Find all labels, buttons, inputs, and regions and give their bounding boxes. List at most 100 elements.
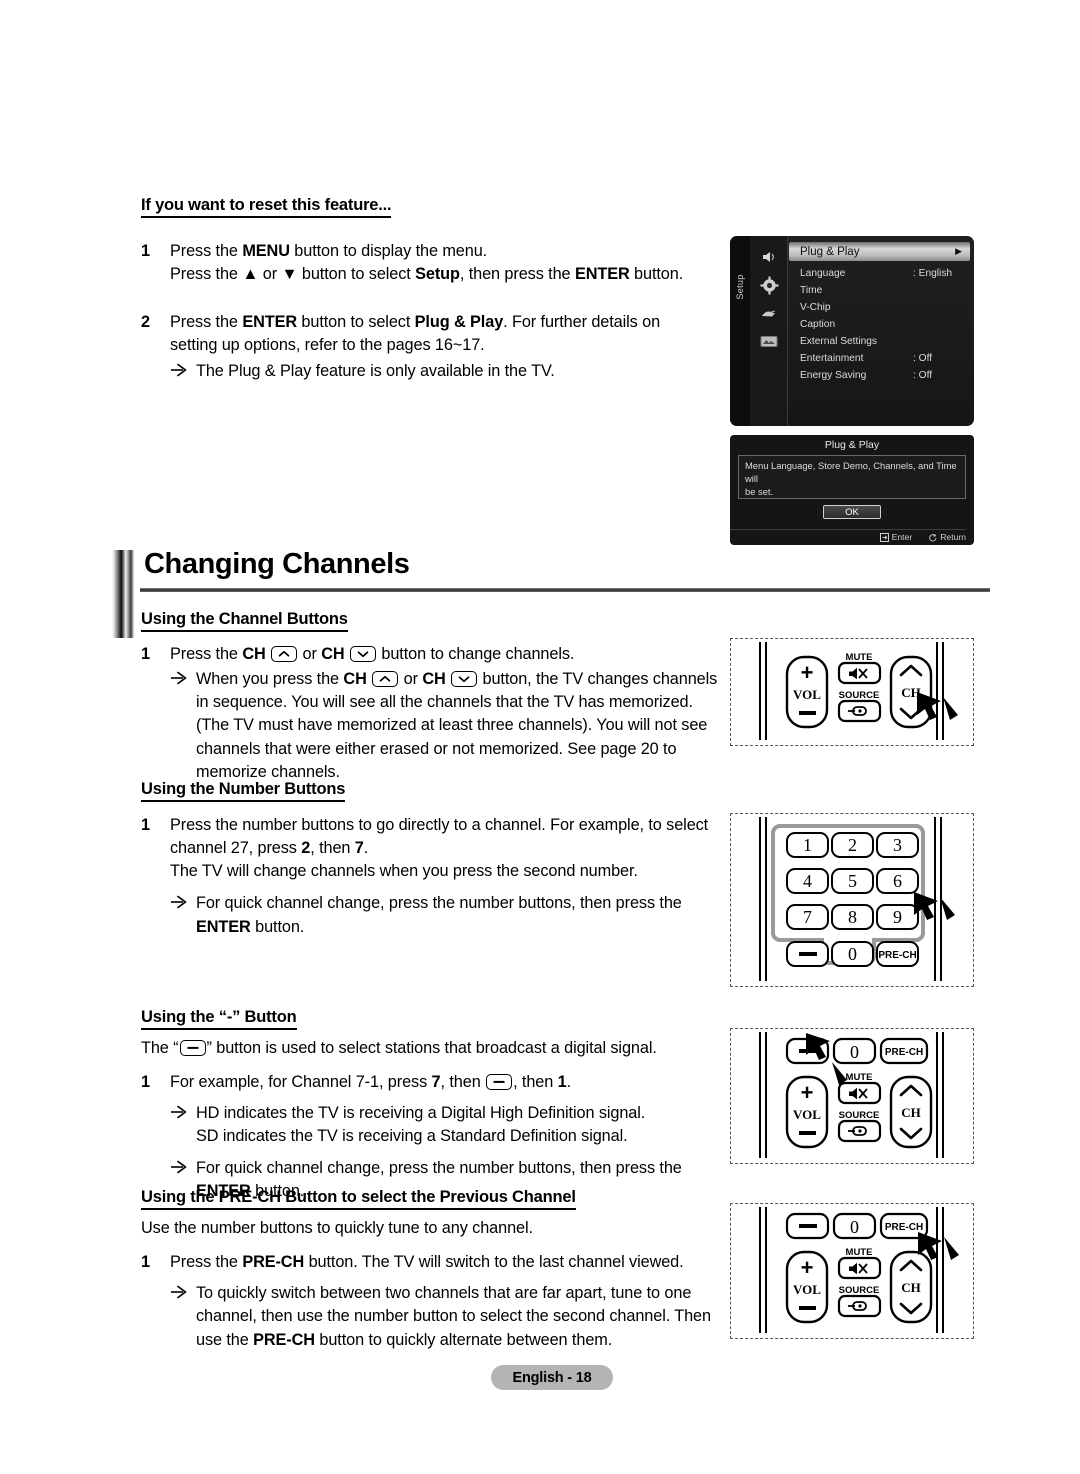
- step-number: 1: [141, 644, 150, 663]
- t: , then: [513, 1073, 558, 1092]
- t: button to select: [297, 313, 415, 332]
- chevron-down-key-icon: [349, 645, 376, 662]
- note-wrap: When you press the CH or CH button, the …: [170, 667, 721, 784]
- arrow-bullet-icon: [170, 1102, 196, 1148]
- manual-page: If you want to reset this feature... 1 P…: [0, 0, 1080, 1474]
- reset-feature-section: If you want to reset this feature... 1 P…: [141, 196, 711, 383]
- osd-menu-item-entertainment[interactable]: Entertainment: Off: [789, 350, 970, 367]
- t: Press the: [170, 1253, 243, 1272]
- t: or: [298, 644, 322, 663]
- t: button to select: [297, 265, 416, 284]
- svg-text:8: 8: [848, 907, 857, 927]
- step-text: For example, for Channel 7-1, press 7, t…: [170, 1071, 723, 1203]
- t: Press the number buttons to go directly …: [170, 815, 709, 858]
- channel-buttons-section: Using the Channel Buttons 1 Press the CH…: [141, 610, 721, 784]
- setup-gear-icon: [756, 274, 782, 296]
- t: button to display the menu.: [289, 241, 488, 260]
- dialog-message-line-2: will: [745, 472, 759, 484]
- number-note: For quick channel change, press the numb…: [170, 892, 721, 938]
- plug-and-play-dialog: Plug & Play Menu Language, Store Demo, C…: [730, 435, 974, 545]
- prech-intro: Use the number buttons to quickly tune t…: [141, 1218, 533, 1237]
- step-text: Press the CH or CH button to change chan…: [170, 643, 721, 666]
- svg-text:+: +: [801, 660, 814, 685]
- page-footer-badge: English - 18: [491, 1365, 613, 1390]
- t: ” button is used to select stations that…: [206, 1038, 657, 1057]
- osd-icon-column: [750, 236, 788, 426]
- dialog-title: Plug & Play: [824, 439, 880, 451]
- page-title: Changing Channels: [144, 548, 410, 580]
- up-arrow-icon: ▲: [242, 265, 259, 284]
- number-buttons-heading: Using the Number Buttons: [141, 780, 345, 802]
- t: The TV will change channels when you pre…: [170, 862, 638, 881]
- channel-buttons-heading: Using the Channel Buttons: [141, 610, 348, 632]
- digit-7-keyword: 7: [431, 1073, 441, 1092]
- reset-note: The Plug & Play feature is only availabl…: [170, 360, 711, 383]
- picture-icon: [756, 330, 782, 352]
- osd-item-label: V-Chip: [800, 302, 831, 313]
- remote-diagram-prech-button: 0 PRE-CH + VOL MUTE SOURCE CH: [730, 1203, 974, 1339]
- svg-text:2: 2: [848, 835, 857, 855]
- t: , then: [440, 1073, 486, 1092]
- svg-text:5: 5: [848, 871, 857, 891]
- t: button.: [629, 265, 684, 284]
- input-icon: [756, 303, 782, 325]
- digit-1-keyword: 1: [557, 1073, 567, 1092]
- svg-text:VOL: VOL: [793, 1107, 821, 1122]
- dash-key-icon: [486, 1074, 513, 1091]
- prech-step-1: 1 Press the PRE-CH button. The TV will s…: [141, 1251, 723, 1352]
- enter-key-icon: [879, 532, 889, 542]
- step-text: Press the PRE-CH button. The TV will swi…: [170, 1251, 723, 1352]
- step-text: Press the MENU button to display the men…: [170, 240, 711, 286]
- remote-diagram-dash-button: 0 PRE-CH + VOL MUTE SOURCE CH: [730, 1028, 974, 1164]
- dash-step-1: 1 For example, for Channel 7-1, press 7,…: [141, 1071, 723, 1203]
- reset-feature-heading: If you want to reset this feature...: [141, 196, 392, 218]
- osd-menu-item-language[interactable]: Language: English: [789, 265, 970, 282]
- note-row: When you press the CH or CH button, the …: [170, 668, 721, 784]
- ch-keyword: CH: [422, 670, 446, 689]
- step-number: 2: [141, 313, 150, 332]
- hd-note: HD indicates the TV is receiving a Digit…: [196, 1104, 646, 1123]
- dash-button-heading: Using the “-” Button: [141, 1008, 297, 1030]
- t: When you press the: [196, 670, 344, 689]
- dialog-ok-button[interactable]: OK: [823, 505, 881, 519]
- return-hint-label: Return: [940, 532, 966, 542]
- enter-keyword: ENTER: [242, 313, 297, 332]
- note-text: HD indicates the TV is receiving a Digit…: [196, 1102, 723, 1148]
- svg-text:MUTE: MUTE: [846, 1247, 873, 1258]
- t: .: [363, 839, 369, 858]
- t: Press the: [170, 241, 243, 260]
- svg-text:CH: CH: [901, 1105, 921, 1120]
- svg-text:MUTE: MUTE: [846, 1072, 873, 1083]
- arrow-bullet-icon: [170, 668, 196, 784]
- title-accent-bar: [112, 550, 134, 638]
- svg-text:1: 1: [803, 835, 812, 855]
- osd-item-label: Language: [800, 268, 846, 279]
- osd-menu-item-time[interactable]: Time: [789, 282, 970, 299]
- number-step-1: 1 Press the number buttons to go directl…: [141, 814, 721, 939]
- t: or: [258, 265, 282, 284]
- osd-menu-item-plug-play[interactable]: Plug & Play ▶: [789, 242, 970, 261]
- t: Press the: [170, 313, 243, 332]
- svg-text:7: 7: [803, 907, 812, 927]
- osd-menu-item-v-chip[interactable]: V-Chip: [789, 299, 970, 316]
- number-buttons-section: Using the Number Buttons 1 Press the num…: [141, 780, 721, 939]
- step-number: 1: [141, 1253, 150, 1272]
- plug-play-keyword: Plug & Play: [414, 313, 504, 332]
- t: button. The TV will switch to the last c…: [304, 1253, 684, 1272]
- arrow-bullet-icon: [170, 1282, 196, 1351]
- dash-note-1: HD indicates the TV is receiving a Digit…: [170, 1102, 723, 1148]
- svg-text:PRE-CH: PRE-CH: [885, 1047, 923, 1058]
- osd-item-label: External Settings: [800, 336, 878, 347]
- note-text: To quickly switch between two channels t…: [196, 1282, 723, 1351]
- osd-menu-item-external-settings[interactable]: External Settings: [789, 333, 970, 350]
- ch-keyword: CH: [343, 670, 367, 689]
- dialog-message-line-1: Menu Language, Store Demo, Channels, and…: [745, 460, 957, 471]
- osd-menu-item-caption[interactable]: Caption: [789, 316, 970, 333]
- t: Press the: [170, 644, 243, 663]
- sound-icon: [756, 246, 782, 268]
- t: For example, for Channel 7-1, press: [170, 1073, 432, 1092]
- ch-keyword: CH: [242, 644, 266, 663]
- svg-text:VOL: VOL: [793, 1282, 821, 1297]
- osd-menu-item-energy-saving[interactable]: Energy Saving: Off: [789, 367, 970, 384]
